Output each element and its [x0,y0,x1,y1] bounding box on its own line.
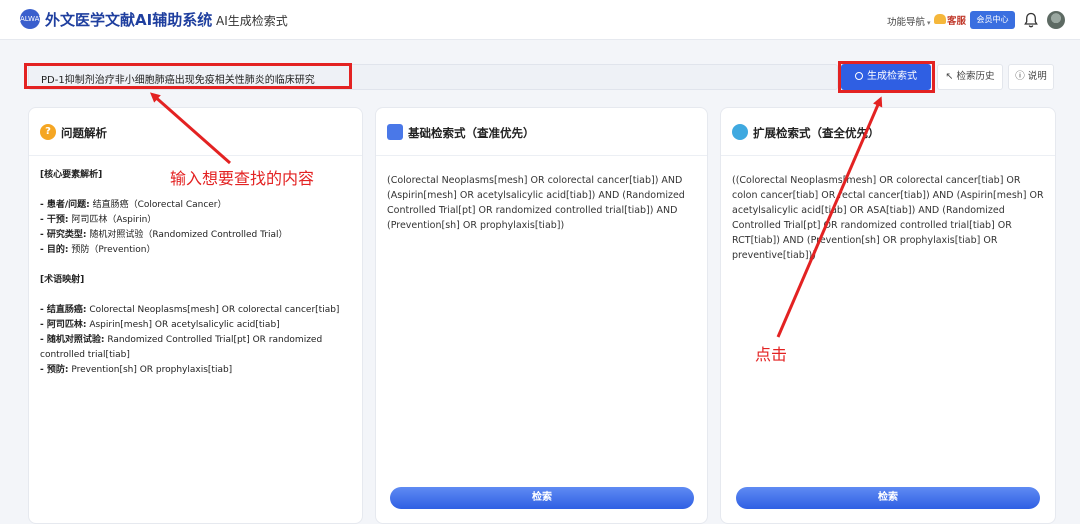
help-label: 说明 [1027,71,1047,82]
basic-search-button[interactable]: 检索 [390,487,694,509]
term-mapping-heading: [术语映射] [40,275,85,285]
analysis-panel-title: 问题解析 [61,126,107,140]
customer-service-link[interactable]: 客服 [947,13,966,27]
history-icon: ↖ [945,71,957,82]
logo-icon: ALWAYS [20,9,48,29]
question-mark-icon: ? [40,124,56,140]
search-highlight-box [24,63,352,89]
extended-query-text[interactable]: ((Colorectal Neoplasms[mesh] OR colorect… [732,173,1044,263]
list-item: - 患者/问题: 结直肠癌（Colorectal Cancer） [40,200,227,210]
extended-query-panel-header: 扩展检索式（查全优先） [721,108,1055,156]
customer-service-icon[interactable] [934,14,946,24]
basic-query-panel-header: 基础检索式（查准优先） [376,108,707,156]
click-hint-annotation: 点击 [755,345,788,364]
network-icon [732,124,748,140]
search-history-label: 检索历史 [956,71,995,82]
info-icon: ⓘ [1015,71,1028,82]
app-header: ALWAYS 外文医学文献AI辅助系统 AI生成检索式 功能导航 ▾ 客服 会员中… [0,0,1080,40]
basic-query-panel: 基础检索式（查准优先） (Colorectal Neoplasms[mesh] … [375,107,708,524]
function-nav-label: 功能导航 [887,17,926,28]
list-item: - 研究类型: 随机对照试验（Randomized Controlled Tri… [40,230,288,240]
extended-query-title: 扩展检索式（查全优先） [753,126,880,140]
avatar[interactable] [1047,11,1065,29]
chevron-down-icon: ▾ [927,19,931,27]
list-item: - 预防: Prevention[sh] OR prophylaxis[tiab… [40,365,233,375]
function-nav-menu[interactable]: 功能导航 ▾ [887,14,931,28]
page-subtitle: AI生成检索式 [216,14,288,28]
extended-search-button[interactable]: 检索 [736,487,1040,509]
input-hint-annotation: 输入想要查找的内容 [170,169,315,188]
basic-query-text[interactable]: (Colorectal Neoplasms[mesh] OR colorecta… [387,173,699,233]
bell-icon[interactable] [1024,12,1038,28]
extended-query-panel: 扩展检索式（查全优先） ((Colorectal Neoplasms[mesh]… [720,107,1056,524]
list-item: - 目的: 预防（Prevention） [40,245,156,255]
generate-highlight-box [838,61,935,93]
search-history-button[interactable]: ↖ 检索历史 [937,64,1003,90]
header-divider [203,13,204,27]
document-icon [387,124,403,140]
help-button[interactable]: ⓘ 说明 [1008,64,1054,90]
list-item: - 干预: 阿司匹林（Aspirin） [40,215,157,225]
list-item: - 结直肠癌: Colorectal Neoplasms[mesh] OR co… [40,305,340,315]
list-item: - 阿司匹林: Aspirin[mesh] OR acetylsalicylic… [40,320,280,330]
brand-title[interactable]: 外文医学文献AI辅助系统 [45,9,212,30]
analysis-panel-header: ? 问题解析 [29,108,362,156]
list-item: - 随机对照试验: Randomized Controlled Trial[pt… [40,335,323,360]
analysis-content: [核心要素解析] - 患者/问题: 结直肠癌（Colorectal Cancer… [40,168,355,378]
basic-query-title: 基础检索式（查准优先） [408,126,535,140]
member-center-button[interactable]: 会员中心 [970,11,1015,29]
